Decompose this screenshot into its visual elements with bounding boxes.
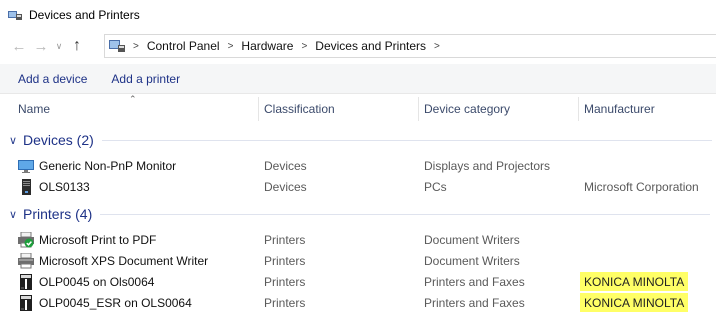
item-name: OLP0045_ESR on OLS0064	[39, 295, 192, 310]
item-category: Document Writers	[424, 232, 520, 247]
arrow-left-icon: ←	[11, 37, 27, 55]
add-device-button[interactable]: Add a device	[18, 72, 87, 86]
column-header-manufacturer[interactable]: Manufacturer	[579, 97, 716, 121]
item-manufacturer: KONICA MINOLTA	[580, 271, 689, 292]
monitor-icon	[18, 158, 34, 174]
breadcrumb-hardware[interactable]: Hardware	[241, 39, 293, 53]
breadcrumb-separator-icon[interactable]: >	[301, 41, 307, 52]
devices-and-printers-icon	[8, 9, 22, 21]
group-title: Printers (4)	[23, 206, 93, 222]
back-button[interactable]: ←	[8, 34, 30, 58]
breadcrumb-separator-icon[interactable]: >	[228, 41, 234, 52]
chevron-down-icon[interactable]: ∨	[0, 134, 22, 147]
item-classification: Printers	[264, 295, 306, 310]
item-name-cell: OLS0133	[18, 176, 90, 197]
list-item-olp0045-esr-on-ols0064[interactable]: OLP0045_ESR on OLS0064 Printers Printers…	[0, 292, 716, 313]
printer-icon	[18, 252, 34, 269]
item-classification: Printers	[264, 232, 306, 247]
item-manufacturer: Microsoft Corporation	[584, 179, 699, 194]
item-name-cell: Generic Non-PnP Monitor	[18, 155, 176, 176]
item-name: Microsoft XPS Document Writer	[39, 253, 209, 268]
group-divider	[100, 213, 711, 215]
command-bar: Add a device Add a printer	[0, 64, 716, 94]
list-item-microsoft-xps-document-writer[interactable]: Microsoft XPS Document Writer Printers D…	[0, 250, 716, 271]
group-header-printers[interactable]: ∨ Printers (4)	[0, 203, 716, 225]
pc-tower-icon	[18, 178, 34, 195]
item-category: PCs	[424, 179, 447, 194]
window-title: Devices and Printers	[29, 8, 140, 22]
item-classification: Devices	[264, 158, 307, 173]
item-name-cell: Microsoft Print to PDF	[18, 229, 156, 250]
item-category: Displays and Projectors	[424, 158, 551, 173]
recent-locations-button[interactable]: ∨	[52, 34, 66, 58]
item-category: Document Writers	[424, 253, 520, 268]
list-item-generic-monitor[interactable]: Generic Non-PnP Monitor Devices Displays…	[0, 155, 716, 176]
arrow-up-icon: ↑	[73, 37, 81, 54]
column-header-device-category[interactable]: Device category	[419, 97, 578, 121]
item-classification: Devices	[264, 179, 307, 194]
chevron-down-icon: ∨	[55, 40, 63, 51]
manufacturer-highlight: KONICA MINOLTA	[580, 293, 689, 312]
navigation-bar: ← → ∨ ↑ > Control Panel > Hardware > Dev…	[0, 32, 716, 60]
column-header-row: Name Classification Device category Manu…	[0, 97, 716, 121]
group-title: Devices (2)	[23, 132, 94, 148]
network-printer-icon	[18, 273, 34, 290]
default-printer-icon	[18, 231, 34, 248]
list-item-olp0045-on-ols0064[interactable]: OLP0045 on Ols0064 Printers Printers and…	[0, 271, 716, 292]
item-name-cell: OLP0045_ESR on OLS0064	[18, 292, 192, 313]
chevron-down-icon[interactable]: ∨	[0, 208, 22, 221]
item-category: Printers and Faxes	[424, 295, 525, 310]
add-printer-button[interactable]: Add a printer	[111, 72, 180, 86]
column-header-name[interactable]: Name	[13, 97, 258, 121]
group-header-devices[interactable]: ∨ Devices (2)	[0, 129, 716, 151]
item-classification: Printers	[264, 253, 306, 268]
control-panel-icon	[109, 39, 125, 53]
up-button[interactable]: ↑	[66, 34, 88, 58]
item-name: Microsoft Print to PDF	[39, 232, 157, 247]
item-category: Printers and Faxes	[424, 274, 525, 289]
item-name-cell: Microsoft XPS Document Writer	[18, 250, 208, 271]
item-name-cell: OLP0045 on Ols0064	[18, 271, 154, 292]
manufacturer-highlight: KONICA MINOLTA	[580, 272, 689, 291]
breadcrumb-devices-and-printers[interactable]: Devices and Printers	[315, 39, 426, 53]
item-name: Generic Non-PnP Monitor	[39, 158, 177, 173]
breadcrumb-separator-icon: >	[133, 40, 139, 52]
network-printer-icon	[18, 294, 34, 311]
column-header-classification[interactable]: Classification	[259, 97, 418, 121]
list-item-ols0133[interactable]: OLS0133 Devices PCs Microsoft Corporatio…	[0, 176, 716, 197]
item-name: OLP0045 on Ols0064	[39, 274, 155, 289]
address-bar[interactable]: > Control Panel > Hardware > Devices and…	[104, 34, 716, 58]
item-classification: Printers	[264, 274, 306, 289]
item-manufacturer: KONICA MINOLTA	[580, 292, 689, 313]
item-name: OLS0133	[39, 179, 90, 194]
breadcrumb-control-panel[interactable]: Control Panel	[147, 39, 220, 53]
arrow-right-icon: →	[33, 37, 49, 55]
group-divider	[101, 139, 712, 141]
title-bar: Devices and Printers	[0, 0, 716, 30]
forward-button[interactable]: →	[30, 34, 52, 58]
breadcrumb-separator-icon[interactable]: >	[434, 41, 440, 52]
list-item-microsoft-print-to-pdf[interactable]: Microsoft Print to PDF Printers Document…	[0, 229, 716, 250]
